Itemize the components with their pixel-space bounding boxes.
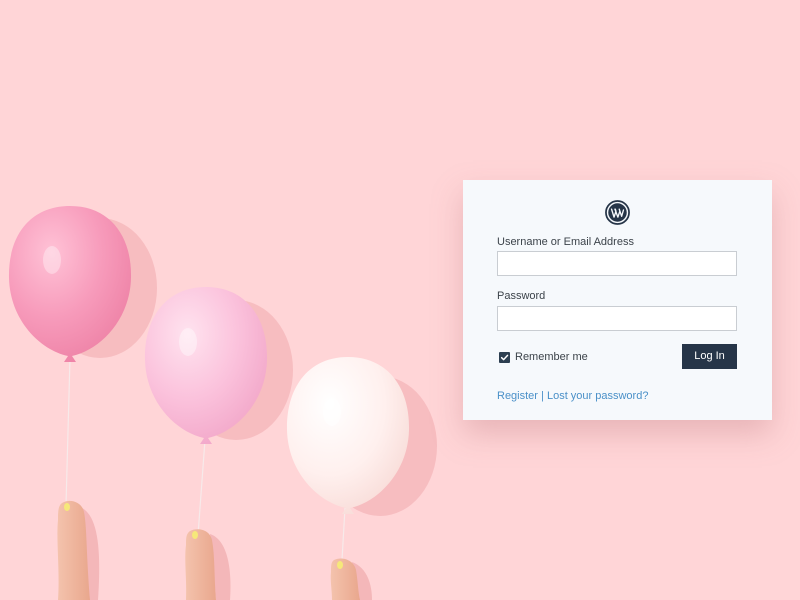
link-separator: | [537,390,547,402]
checkmark-icon [500,354,509,360]
username-label: Username or Email Address [497,236,634,248]
login-card: Username or Email Address Password Remem… [463,180,772,420]
password-label: Password [497,290,546,302]
password-input[interactable] [497,306,737,331]
remember-me-row: Remember me [499,350,588,364]
login-page: Username or Email Address Password Remem… [0,0,800,600]
remember-me-label[interactable]: Remember me [515,351,588,363]
lost-password-link[interactable]: Lost your password? [547,390,649,402]
login-button[interactable]: Log In [682,344,737,369]
wordpress-icon[interactable] [605,200,630,225]
register-link[interactable]: Register [497,390,538,402]
footer-links: Register | Lost your password? [497,390,648,402]
username-input[interactable] [497,251,737,276]
remember-me-checkbox[interactable] [499,351,510,363]
